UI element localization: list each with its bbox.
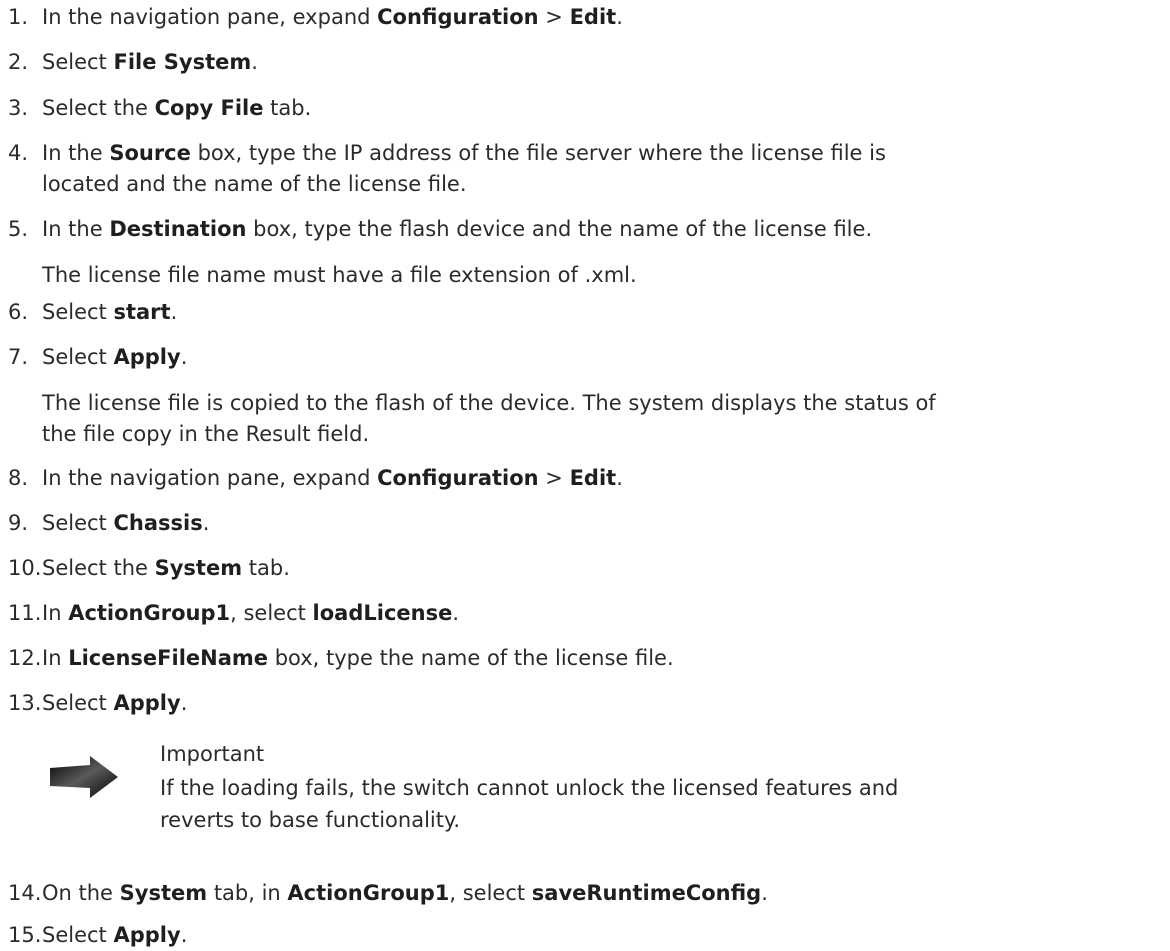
step-number: 8. xyxy=(8,466,29,490)
step-13: 13.Select Apply. xyxy=(8,687,1158,719)
step-10: 10.Select the System tab. xyxy=(8,552,1158,584)
step-12: 12.In LicenseFileName box, type the name… xyxy=(8,642,1158,674)
step-number: 12. xyxy=(8,646,42,670)
step-11: 11.In ActionGroup1, select loadLicense. xyxy=(8,597,1158,629)
step-number: 13. xyxy=(8,691,42,715)
step-6: 6. Select start. xyxy=(8,296,1158,328)
step-7-note-line1: The license file is copied to the flash … xyxy=(42,391,936,415)
step-9: 9. Select Chassis. xyxy=(8,507,1158,539)
step-number: 10. xyxy=(8,556,42,580)
step-number: 4. xyxy=(8,141,29,165)
step-number: 7. xyxy=(8,345,29,369)
step-number: 11. xyxy=(8,601,42,625)
step-number: 15. xyxy=(8,923,42,947)
step-4: 4. In the Source box, type the IP address… xyxy=(8,137,1158,169)
step-4-continuation: located and the name of the license file… xyxy=(42,172,467,196)
step-7-note-line2: the file copy in the Result field. xyxy=(42,422,370,446)
step-number: 1. xyxy=(8,5,29,29)
step-15: 15.Select Apply. xyxy=(8,919,1158,951)
step-number: 14. xyxy=(8,881,42,905)
step-5-note: The license file name must have a file e… xyxy=(42,263,637,287)
important-note: Important If the loading fails, the swit… xyxy=(40,738,1150,848)
important-title: Important xyxy=(160,742,265,766)
step-number: 6. xyxy=(8,300,29,324)
step-14: 14.On the System tab, in ActionGroup1, s… xyxy=(8,877,1158,909)
step-number: 3. xyxy=(8,96,29,120)
important-body: If the loading fails, the switch cannot … xyxy=(160,776,899,832)
step-2: 2. Select File System. xyxy=(8,46,1158,78)
step-number: 2. xyxy=(8,50,29,74)
step-5: 5. In the Destination box, type the flash… xyxy=(8,213,1158,245)
step-1: 1. In the navigation pane, expand Configu… xyxy=(8,1,1158,33)
arrow-right-icon xyxy=(48,756,120,798)
step-8: 8. In the navigation pane, expand Configu… xyxy=(8,462,1158,494)
step-3: 3. Select the Copy File tab. xyxy=(8,92,1158,124)
step-7: 7. Select Apply. xyxy=(8,341,1158,373)
step-number: 5. xyxy=(8,217,29,241)
step-number: 9. xyxy=(8,511,29,535)
